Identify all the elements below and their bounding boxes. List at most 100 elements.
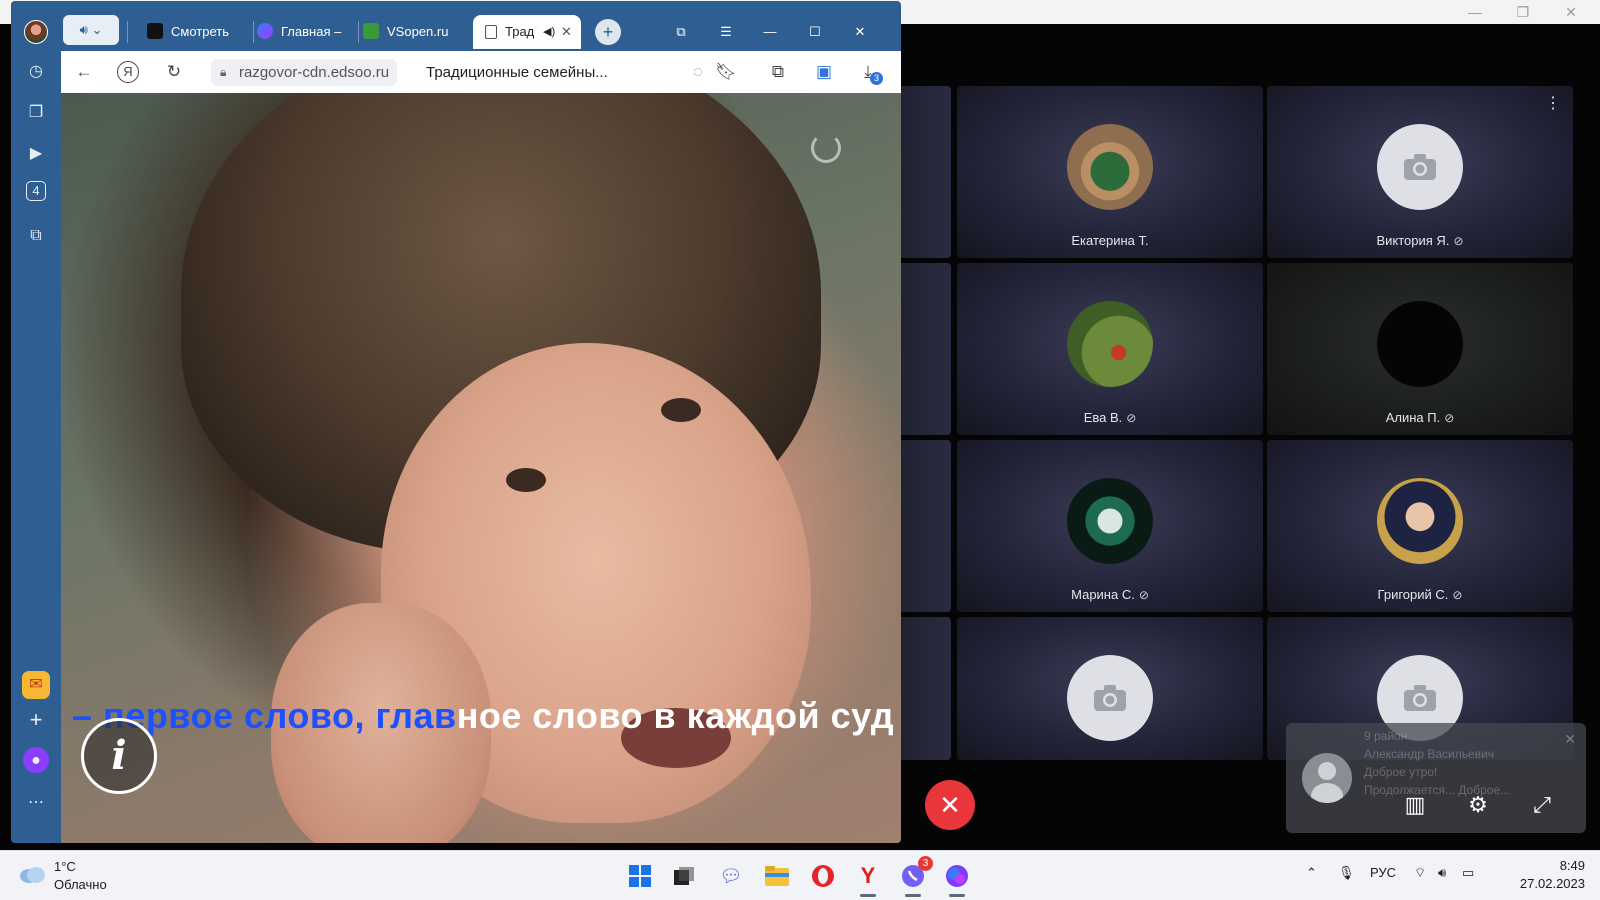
close-icon[interactable]: ✕ <box>1564 731 1576 748</box>
participant-tile[interactable]: Григорий С. ⊘ <box>1267 440 1573 612</box>
browser-window: ◷ ❐ ▶ 4 ⧉ ✉ + ● ⋯ 🔊︎ ⌄ Смотреть Главная … <box>11 1 901 843</box>
participant-name: Алина П. <box>1385 410 1441 425</box>
restore-icon[interactable]: ❐ <box>1500 2 1546 22</box>
more-options-icon[interactable]: ⋮ <box>1545 96 1561 112</box>
participant-tile[interactable]: Екатерина Т. <box>957 86 1263 258</box>
microphone-icon[interactable]: 🎙︎ <box>1338 865 1355 881</box>
battery-icon[interactable]: ▭ <box>1462 865 1474 881</box>
url-field[interactable]: 🔒︎ razgovor-cdn.edsoo.ru <box>211 59 398 86</box>
translate-icon[interactable]: ▣ <box>811 59 837 85</box>
participant-name: Виктория Я. <box>1376 233 1450 248</box>
participant-tile[interactable]: ⋮ Виктория Я. ⊘ <box>1267 86 1573 258</box>
tab-label: Смотреть <box>171 24 229 39</box>
minimize-icon[interactable]: — <box>758 15 782 49</box>
tab-separator <box>253 21 254 43</box>
profile-avatar[interactable] <box>24 20 48 44</box>
fullscreen-icon[interactable]: ⤢ <box>1527 790 1557 820</box>
tab-home[interactable]: Главная – <box>257 15 357 49</box>
yandex-icon[interactable]: Я <box>117 61 139 83</box>
mail-icon[interactable]: ✉ <box>22 671 50 699</box>
opera-icon[interactable] <box>807 860 839 892</box>
video-frame-eye <box>661 398 701 422</box>
minimize-icon[interactable]: — <box>1452 2 1498 22</box>
vsopen-icon <box>363 23 379 39</box>
participant-name: Марина С. <box>1071 587 1135 602</box>
tab-audio-group[interactable]: 🔊︎ ⌄ <box>63 15 119 45</box>
start-icon[interactable] <box>624 860 656 892</box>
page-icon <box>485 25 497 39</box>
tab-separator <box>358 21 359 43</box>
participant-tile[interactable] <box>957 617 1263 760</box>
tab-label: Трад <box>505 24 535 39</box>
taskbar: 1°C Облачно 💬︎ Y 3 ⌃ 🎙︎ РУС ⌔ 🔊︎ ▭ 8:49 … <box>0 850 1600 900</box>
avatar <box>1302 753 1352 803</box>
reader-icon[interactable]: ◌ <box>685 59 711 85</box>
layout-icon[interactable]: ▥ <box>1400 790 1430 820</box>
file-explorer-icon[interactable] <box>761 860 793 892</box>
video-frame-eye <box>506 468 546 492</box>
yandex-browser-icon[interactable]: Y <box>852 860 884 897</box>
back-icon[interactable]: ← <box>71 59 97 85</box>
tab-bar: 🔊︎ ⌄ Смотреть Главная – VSopen.ru Трад ◀… <box>61 1 901 51</box>
participant-tile[interactable]: Алина П. ⊘ <box>1267 263 1573 435</box>
alice-icon[interactable]: ● <box>23 747 49 773</box>
gear-icon[interactable]: ⚙ <box>1463 790 1493 820</box>
close-icon[interactable]: ✕ <box>848 15 872 49</box>
wifi-icon[interactable]: ⌔ <box>1414 865 1426 881</box>
history-icon[interactable]: ◷ <box>22 58 50 86</box>
close-icon[interactable]: ✕ <box>1548 2 1594 22</box>
clock-time[interactable]: 8:49 <box>1529 858 1585 873</box>
download-icon[interactable]: ⤓ 3 <box>855 59 883 85</box>
bookmark-icon[interactable]: 🔖︎ <box>713 59 739 85</box>
cloud-icon <box>18 863 46 885</box>
extensions-icon[interactable]: ⧉ <box>765 59 791 85</box>
teams-chat-icon[interactable]: 💬︎ <box>715 860 747 892</box>
language-indicator[interactable]: РУС <box>1370 865 1396 880</box>
more-icon[interactable]: ⋯ <box>22 789 50 817</box>
menu-icon[interactable]: ☰ <box>714 15 738 49</box>
clock-date[interactable]: 27.02.2023 <box>1515 876 1585 891</box>
notification-title: 9 район <box>1364 729 1408 743</box>
tab-separator <box>127 21 128 43</box>
add-icon[interactable]: + <box>22 706 50 734</box>
reload-icon[interactable]: ↻ <box>161 59 187 85</box>
participant-tile[interactable]: Марина С. ⊘ <box>957 440 1263 612</box>
camera-icon <box>1404 154 1436 180</box>
viber-icon[interactable]: 3 <box>897 856 933 897</box>
volume-icon[interactable]: 🔊︎ <box>1438 865 1446 881</box>
video-play-icon <box>147 23 163 39</box>
subtitle-unsung: ное слово в каждой суд <box>456 695 895 736</box>
avatar <box>1067 655 1153 741</box>
participant-tile[interactable]: Ева В. ⊘ <box>957 263 1263 435</box>
participant-name: Екатерина Т. <box>1071 233 1149 248</box>
speaker-icon: 🔊︎ ⌄ <box>79 22 103 37</box>
alice-icon[interactable] <box>941 860 973 897</box>
maximize-icon[interactable]: ☐ <box>803 15 827 49</box>
task-view-icon[interactable] <box>668 860 700 892</box>
avatar <box>1377 301 1463 387</box>
avatar <box>1067 124 1153 210</box>
speaker-icon: ◀) <box>543 26 556 38</box>
mic-off-icon: ⊘ <box>1453 234 1464 248</box>
tab-active[interactable]: Трад ◀) ✕ <box>473 15 581 49</box>
close-tab-icon[interactable]: ✕ <box>561 15 572 49</box>
mic-off-icon: ⊘ <box>1126 411 1137 425</box>
tab-watch[interactable]: Смотреть <box>147 15 247 49</box>
viber-badge: 3 <box>918 856 933 871</box>
loading-spinner-icon <box>811 133 841 163</box>
screenshot-icon[interactable]: ⧉ <box>22 222 50 250</box>
counter-badge[interactable]: 4 <box>26 181 46 201</box>
end-call-button[interactable]: ✕ <box>925 780 975 830</box>
chevron-up-icon[interactable]: ⌃ <box>1306 865 1317 881</box>
tab-vsopen[interactable]: VSopen.ru <box>363 15 463 49</box>
video-player[interactable]: а – первое слово, главное слово в каждой… <box>61 93 901 843</box>
collections-icon[interactable]: ⧉ <box>669 15 693 49</box>
new-tab-button[interactable]: + <box>595 19 621 45</box>
info-button[interactable]: i <box>81 718 157 794</box>
collections-icon[interactable]: ❐ <box>22 99 50 127</box>
avatar <box>1377 478 1463 564</box>
avatar <box>1377 124 1463 210</box>
mic-off-icon: ⊘ <box>1452 588 1463 602</box>
media-player-icon[interactable]: ▶ <box>22 140 50 168</box>
camera-icon <box>1094 685 1126 711</box>
